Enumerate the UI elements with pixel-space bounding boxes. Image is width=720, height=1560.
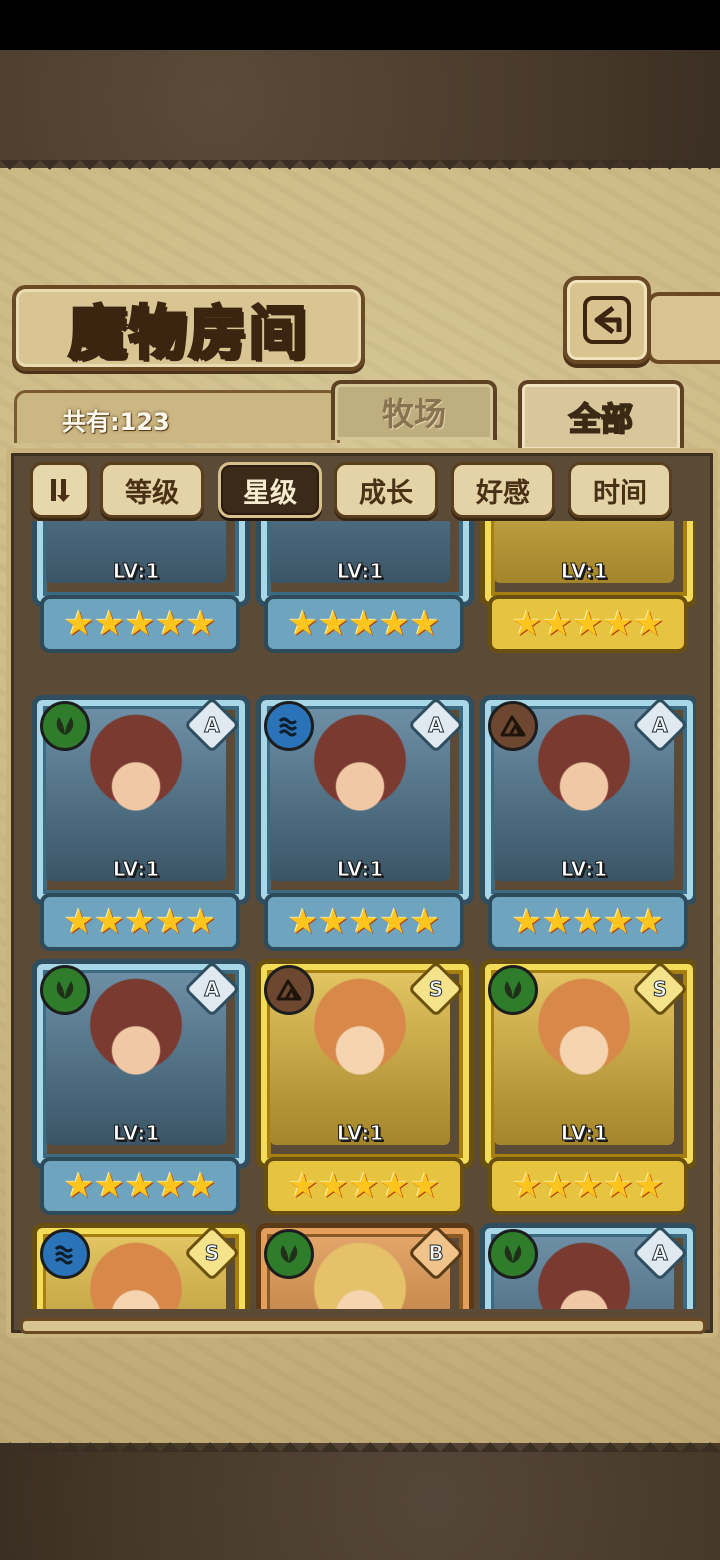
rank-label: S xyxy=(428,976,444,1001)
nature-element-icon xyxy=(40,701,90,751)
parchment-torn-edge-top xyxy=(0,160,720,180)
monster-card[interactable]: S LV:1 ★★★★★ xyxy=(256,959,474,1215)
back-arrow-icon xyxy=(583,296,631,344)
sort-filter-bar: 等级 星级 成长 好感 时间 xyxy=(30,462,690,518)
monster-stars: ★★★★★ xyxy=(40,893,240,951)
tab-all-label: 全部 xyxy=(568,399,634,439)
tab-all[interactable]: 全部 xyxy=(518,380,684,450)
sort-order-button[interactable] xyxy=(30,462,90,518)
filter-affection-label: 好感 xyxy=(476,477,530,509)
water-element-icon xyxy=(40,1229,90,1279)
filter-star-button[interactable]: 星级 xyxy=(218,462,322,518)
monster-card[interactable]: A LV:1 ★★★★★ xyxy=(32,695,250,951)
rank-label: A xyxy=(204,976,220,1001)
page-title: 魔物房间 xyxy=(67,298,309,369)
world-map-background xyxy=(0,50,720,170)
monster-stars: ★★★★★ xyxy=(264,1157,464,1215)
side-tab-strip xyxy=(647,292,720,364)
monster-card[interactable]: B xyxy=(256,1223,474,1309)
rank-label: B xyxy=(428,1240,444,1265)
filter-level-button[interactable]: 等级 xyxy=(100,462,204,518)
nature-element-icon xyxy=(40,965,90,1015)
rank-label: A xyxy=(652,712,668,737)
filter-level-label: 等级 xyxy=(125,477,179,509)
filter-growth-label: 成长 xyxy=(359,477,413,509)
monster-card[interactable]: LV:1 ★★★★★ xyxy=(256,521,474,653)
monster-card[interactable]: A LV:1 ★★★★★ xyxy=(256,695,474,951)
title-banner: 魔物房间 xyxy=(12,285,365,371)
monster-stars: ★★★★★ xyxy=(488,1157,688,1215)
nature-element-icon xyxy=(264,1229,314,1279)
sort-order-icon xyxy=(51,479,70,502)
rank-label: A xyxy=(204,712,220,737)
monster-card[interactable]: A xyxy=(480,1223,696,1309)
rank-label: A xyxy=(428,712,444,737)
monster-stars: ★★★★★ xyxy=(40,1157,240,1215)
monster-level: LV:1 xyxy=(560,1121,608,1146)
nature-element-icon xyxy=(488,1229,538,1279)
rank-label: S xyxy=(652,976,668,1001)
tab-pasture-label: 牧场 xyxy=(381,395,446,433)
tab-pasture[interactable]: 牧场 xyxy=(331,380,497,440)
monster-level: LV:1 xyxy=(560,857,608,882)
earth-element-icon xyxy=(264,965,314,1015)
monster-level: LV:1 xyxy=(336,1121,384,1146)
status-bar xyxy=(0,0,720,50)
monster-grid: LV:1 ★★★★★ LV:1 ★★★★★ LV:1 ★★★★★ A LV:1 … xyxy=(24,521,696,1309)
monster-level: LV:1 xyxy=(112,1121,160,1146)
monster-stars: ★★★★★ xyxy=(488,893,688,951)
filter-star-label: 星级 xyxy=(243,477,297,509)
filter-time-label: 时间 xyxy=(593,477,647,509)
monster-card[interactable]: LV:1 ★★★★★ xyxy=(32,521,250,653)
rank-label: S xyxy=(204,1240,220,1265)
monster-level: LV:1 xyxy=(112,857,160,882)
monster-level: LV:1 xyxy=(112,559,160,584)
nature-element-icon xyxy=(488,965,538,1015)
rank-label: A xyxy=(652,1240,668,1265)
world-map-background-bottom xyxy=(0,1440,720,1560)
monster-level: LV:1 xyxy=(560,559,608,584)
back-button[interactable] xyxy=(563,276,651,364)
monster-stars: ★★★★★ xyxy=(264,595,464,653)
earth-element-icon xyxy=(488,701,538,751)
monster-stars: ★★★★★ xyxy=(40,595,240,653)
monster-card[interactable]: A LV:1 ★★★★★ xyxy=(480,695,696,951)
water-element-icon xyxy=(264,701,314,751)
monster-card[interactable]: A LV:1 ★★★★★ xyxy=(32,959,250,1215)
monster-card[interactable]: S xyxy=(32,1223,250,1309)
monster-card[interactable]: LV:1 ★★★★★ xyxy=(480,521,696,653)
monster-level: LV:1 xyxy=(336,559,384,584)
monster-stars: ★★★★★ xyxy=(488,595,688,653)
filter-growth-button[interactable]: 成长 xyxy=(334,462,438,518)
monster-count: 共有:123 xyxy=(62,408,170,436)
panel-bottom-border xyxy=(20,1318,706,1334)
parchment-torn-edge-bottom xyxy=(0,1432,720,1452)
monster-level: LV:1 xyxy=(336,857,384,882)
filter-time-button[interactable]: 时间 xyxy=(568,462,672,518)
monster-card[interactable]: S LV:1 ★★★★★ xyxy=(480,959,696,1215)
monster-stars: ★★★★★ xyxy=(264,893,464,951)
filter-affection-button[interactable]: 好感 xyxy=(451,462,555,518)
